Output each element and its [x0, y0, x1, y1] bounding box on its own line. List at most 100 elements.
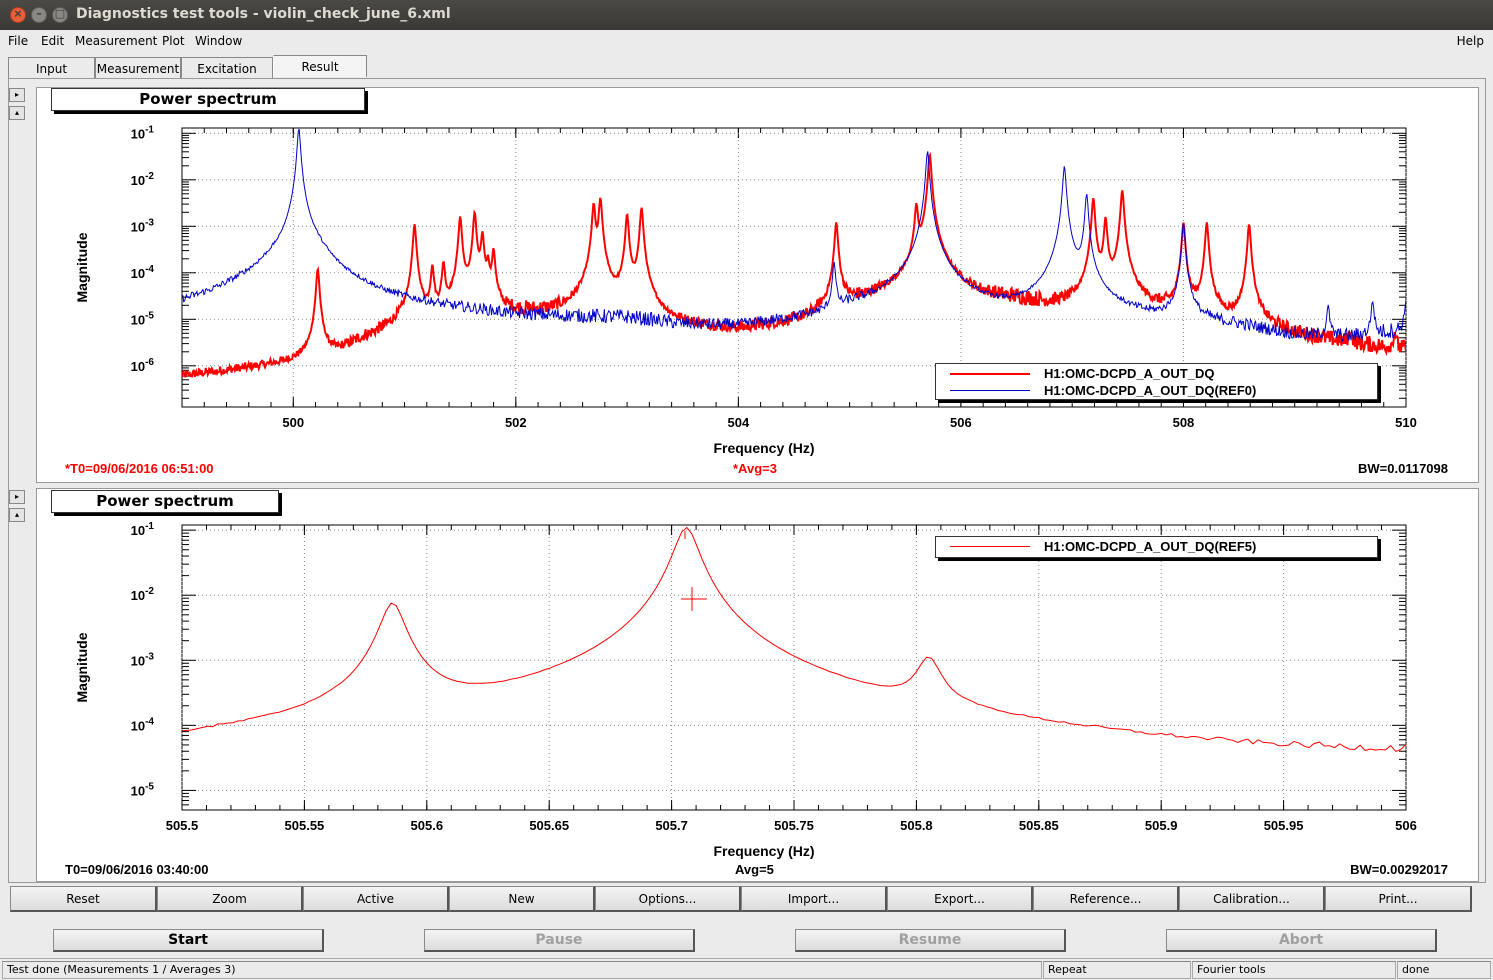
- x-axis-label: Frequency (Hz): [713, 843, 814, 859]
- menubar: File Edit Measurement Plot Window Help: [0, 30, 1493, 52]
- status-bar: Test done (Measurements 1 / Averages 3) …: [0, 958, 1493, 980]
- window-title: Diagnostics test tools - violin_check_ju…: [76, 6, 451, 22]
- new-button[interactable]: New: [449, 886, 595, 912]
- close-window-button[interactable]: ×: [10, 7, 26, 23]
- x-tick-label: 505.5: [166, 818, 199, 833]
- y-tick-label: 10-1: [131, 521, 155, 538]
- tab-input[interactable]: Input: [8, 57, 95, 79]
- y-axis-label: Magnitude: [74, 632, 90, 702]
- maximize-window-button[interactable]: □: [52, 7, 68, 23]
- x-tick-label: 510: [1395, 415, 1417, 430]
- menu-plot[interactable]: Plot: [162, 34, 185, 48]
- y-tick-label: 10-6: [131, 357, 155, 374]
- menu-edit[interactable]: Edit: [41, 34, 64, 48]
- collapse-icon: ▴: [14, 510, 19, 519]
- y-tick-label: 10-2: [131, 586, 155, 603]
- x-tick-label: 505.6: [411, 818, 444, 833]
- close-icon: ×: [13, 7, 23, 20]
- x-tick-label: 505.9: [1145, 818, 1178, 833]
- maximize-icon: □: [54, 7, 66, 20]
- plot-frame: [181, 524, 1407, 811]
- bandwidth-label: BW=0.0117098: [1358, 461, 1448, 476]
- legend-entry: H1:OMC-DCPD_A_OUT_DQ: [936, 365, 1377, 383]
- start-button[interactable]: Start: [53, 929, 324, 952]
- pause-button[interactable]: Pause: [424, 929, 695, 952]
- pad-title: Power spectrum: [51, 490, 279, 513]
- resume-button[interactable]: Resume: [795, 929, 1066, 952]
- legend-entry: H1:OMC-DCPD_A_OUT_DQ(REF5): [936, 538, 1377, 556]
- legend-swatch-red: [950, 373, 1030, 375]
- plot-pad-top[interactable]: 500 502 504 506 508 510 10-1 10-2 10-3 10-4 10-5 10…: [36, 87, 1479, 483]
- y-tick-label: 10-5: [131, 781, 155, 798]
- x-tick-label: 506: [1395, 818, 1417, 833]
- plot-toolbar: Reset Zoom Active New Options... Import.…: [10, 886, 1472, 912]
- pad2-collapse-button[interactable]: ▴: [9, 508, 25, 522]
- legend-swatch-red: [950, 546, 1030, 547]
- menu-file[interactable]: File: [8, 34, 28, 48]
- reference-button[interactable]: Reference...: [1033, 886, 1179, 912]
- status-mode: Repeat: [1043, 961, 1191, 979]
- status-state: done: [1397, 961, 1491, 979]
- import-button[interactable]: Import...: [741, 886, 887, 912]
- x-tick-label: 508: [1173, 415, 1195, 430]
- tab-excitation[interactable]: Excitation: [181, 57, 273, 79]
- plot-pad-bottom[interactable]: 505.5 505.55 505.6 505.65 505.7 505.75 505.8 50…: [36, 488, 1479, 882]
- print-button[interactable]: Print...: [1325, 886, 1472, 912]
- menu-help[interactable]: Help: [1457, 34, 1484, 48]
- legend-swatch-blue: [950, 390, 1030, 391]
- x-axis-label: Frequency (Hz): [713, 440, 814, 456]
- run-control-bar: Start Pause Resume Abort: [0, 924, 1493, 956]
- x-tick-label: 505.55: [285, 818, 325, 833]
- y-tick-label: 10-3: [131, 651, 155, 668]
- y-tick-label: 10-2: [131, 171, 155, 188]
- tab-measurement[interactable]: Measurement: [95, 57, 181, 79]
- minimize-icon: –: [36, 7, 42, 20]
- reset-button[interactable]: Reset: [10, 886, 157, 912]
- zoom-button[interactable]: Zoom: [157, 886, 303, 912]
- y-tick-label: 10-3: [131, 217, 155, 234]
- legend-label: H1:OMC-DCPD_A_OUT_DQ(REF0): [1044, 383, 1257, 398]
- collapse-icon: ▴: [14, 108, 19, 117]
- x-tick-label: 505.8: [900, 818, 933, 833]
- tab-result[interactable]: Result: [273, 55, 367, 77]
- pad2-expand-button[interactable]: ▸: [9, 490, 25, 504]
- y-tick-label: 10-4: [131, 716, 155, 733]
- x-tick-label: 504: [728, 415, 750, 430]
- calibration-button[interactable]: Calibration...: [1179, 886, 1325, 912]
- pad1-expand-button[interactable]: ▸: [9, 88, 25, 102]
- legend: H1:OMC-DCPD_A_OUT_DQ H1:OMC-DCPD_A_OUT_D…: [935, 363, 1378, 400]
- minimize-window-button[interactable]: –: [31, 7, 47, 23]
- options-button[interactable]: Options...: [595, 886, 741, 912]
- t0-label: T0=09/06/2016 03:40:00: [65, 862, 209, 877]
- pad1-collapse-button[interactable]: ▴: [9, 106, 25, 120]
- y-tick-label: 10-4: [131, 264, 155, 281]
- abort-button[interactable]: Abort: [1166, 929, 1437, 952]
- legend-label: H1:OMC-DCPD_A_OUT_DQ(REF5): [1044, 539, 1257, 554]
- x-tick-label: 505.65: [529, 818, 569, 833]
- pad-title: Power spectrum: [51, 88, 365, 111]
- x-tick-label: 505.7: [655, 818, 688, 833]
- expand-icon: ▸: [14, 492, 19, 501]
- x-tick-label: 502: [505, 415, 527, 430]
- active-button[interactable]: Active: [303, 886, 449, 912]
- x-tick-label: 506: [950, 415, 972, 430]
- y-tick-label: 10-1: [131, 124, 155, 141]
- window-titlebar: × – □ Diagnostics test tools - violin_ch…: [0, 0, 1493, 30]
- y-axis-label: Magnitude: [74, 232, 90, 302]
- menu-window[interactable]: Window: [195, 34, 242, 48]
- avg-label: Avg=5: [735, 862, 774, 877]
- x-tick-label: 505.85: [1019, 818, 1059, 833]
- bandwidth-label: BW=0.00292017: [1350, 862, 1448, 877]
- status-message: Test done (Measurements 1 / Averages 3): [2, 961, 1042, 979]
- menu-measurement[interactable]: Measurement: [75, 34, 157, 48]
- power-spectrum-chart-top[interactable]: 500 502 504 506 508 510 10-1 10-2 10-3 10-4 10-5 10…: [37, 88, 1480, 484]
- x-tick-label: 500: [282, 415, 304, 430]
- status-tool: Fourier tools: [1192, 961, 1396, 979]
- export-button[interactable]: Export...: [887, 886, 1033, 912]
- legend: H1:OMC-DCPD_A_OUT_DQ(REF5): [935, 536, 1378, 558]
- legend-label: H1:OMC-DCPD_A_OUT_DQ: [1044, 366, 1215, 381]
- expand-icon: ▸: [14, 90, 19, 99]
- x-tick-label: 505.95: [1264, 818, 1304, 833]
- y-tick-label: 10-5: [131, 310, 155, 327]
- x-tick-label: 505.75: [774, 818, 814, 833]
